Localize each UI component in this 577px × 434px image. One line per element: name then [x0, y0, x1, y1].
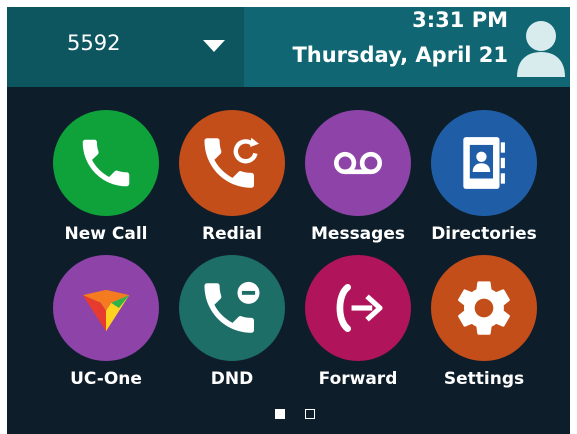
dnd-phone-icon — [204, 281, 260, 333]
app-uc-one[interactable]: UC-One — [51, 255, 161, 389]
line-number: 5592 — [67, 31, 121, 55]
device-bezel — [0, 0, 577, 7]
redial-icon — [204, 137, 259, 188]
page-indicator — [7, 409, 570, 423]
app-settings[interactable]: Settings — [429, 255, 539, 389]
user-avatar-icon[interactable] — [516, 19, 566, 77]
app-redial[interactable]: Redial — [177, 110, 287, 244]
app-directories[interactable]: Directories — [429, 110, 539, 244]
status-bar: 5592 3:31 PM Thursday, April 21 — [7, 7, 570, 87]
app-label: Settings — [443, 369, 525, 389]
chevron-down-icon — [203, 40, 225, 52]
page-dot-2[interactable] — [305, 409, 315, 419]
app-circle — [179, 255, 285, 361]
app-circle — [431, 255, 537, 361]
app-circle — [305, 255, 411, 361]
app-new-call[interactable]: New Call — [51, 110, 161, 244]
clock-time: 3:31 PM — [412, 8, 508, 32]
app-label: Redial — [202, 224, 262, 244]
phone-icon — [82, 139, 130, 187]
app-grid: New Call Redial Messages Directories UC-… — [7, 87, 570, 434]
app-label: New Call — [64, 224, 148, 244]
app-circle — [431, 110, 537, 216]
app-label: Forward — [318, 369, 398, 389]
app-circle — [53, 110, 159, 216]
line-selector[interactable]: 5592 — [7, 7, 244, 87]
app-forward[interactable]: Forward — [303, 255, 413, 389]
app-circle — [305, 110, 411, 216]
page-dot-1[interactable] — [275, 409, 285, 419]
phone-screen: 5592 3:31 PM Thursday, April 21 New Call — [7, 7, 570, 434]
voicemail-icon — [333, 151, 383, 175]
app-circle — [53, 255, 159, 361]
contacts-book-icon — [463, 137, 505, 189]
app-dnd[interactable]: DND — [177, 255, 287, 389]
app-label: Messages — [311, 224, 405, 244]
gear-icon — [458, 281, 510, 335]
uc-one-logo-icon — [82, 289, 130, 332]
app-messages[interactable]: Messages — [303, 110, 413, 244]
app-label: UC-One — [70, 369, 142, 389]
forward-icon — [336, 283, 383, 333]
clock-date: Thursday, April 21 — [292, 43, 508, 67]
app-label: Directories — [431, 224, 537, 244]
app-label: DND — [210, 369, 254, 389]
app-circle — [179, 110, 285, 216]
